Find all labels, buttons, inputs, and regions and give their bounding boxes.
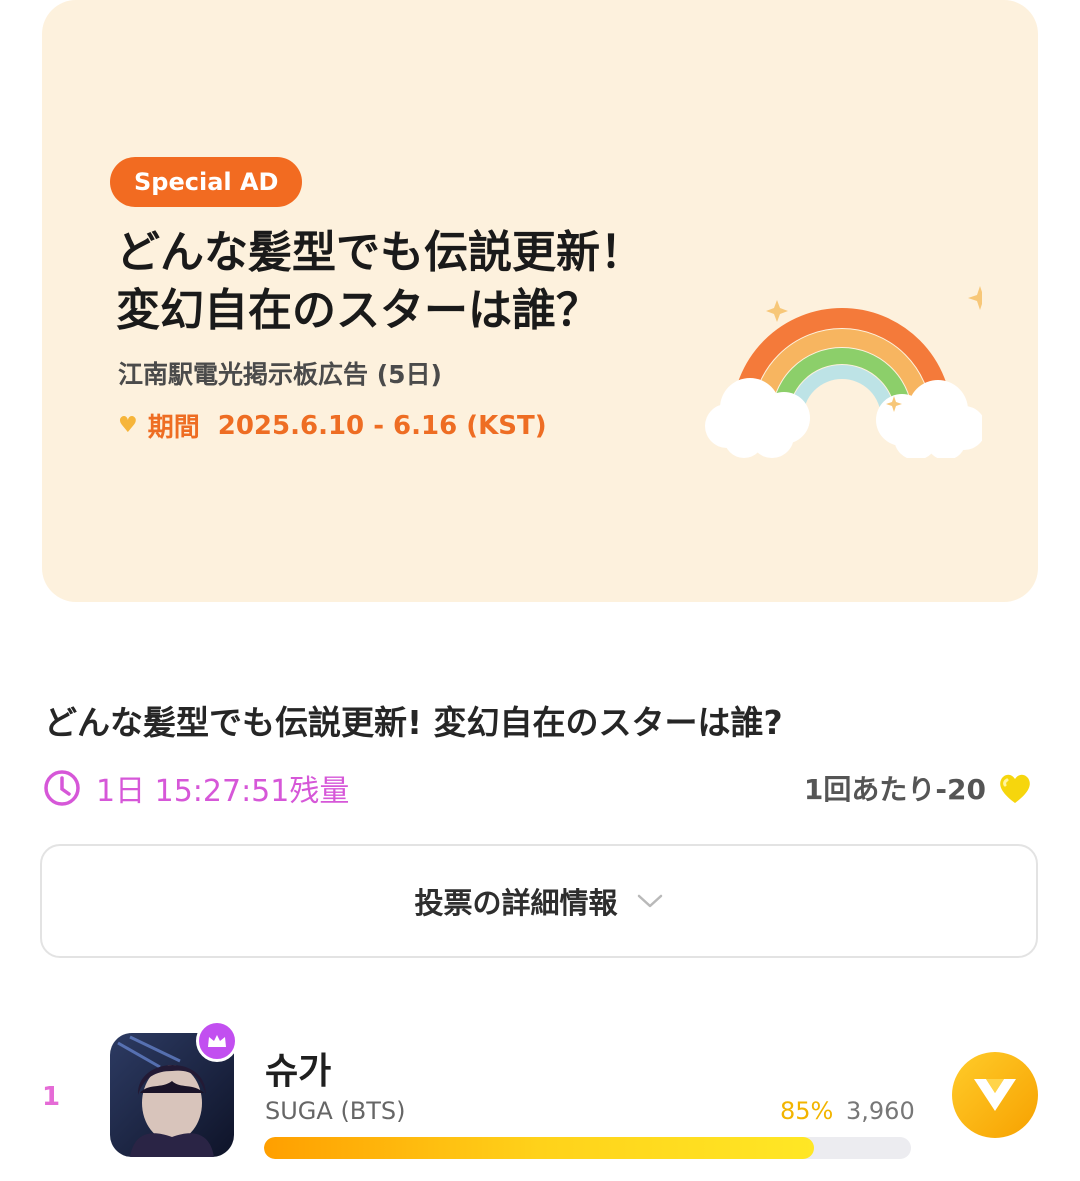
vote-progress-bar — [264, 1137, 911, 1159]
vote-details-button[interactable]: 投票の詳細情報 — [40, 844, 1038, 958]
time-remaining: 1日 15:27:51残量 — [42, 766, 349, 810]
vote-logo-icon — [974, 1079, 1016, 1111]
banner-subtitle: 江南駅電光掲示板広告 (5日) — [118, 360, 442, 389]
banner-title-line1: どんな髪型でも伝説更新！ — [116, 227, 644, 278]
heart-icon: ♥ — [118, 413, 138, 438]
banner-period: ♥ 期間 2025.6.10 - 6.16 (KST) — [118, 407, 547, 444]
vote-count: 3,960 — [846, 1097, 915, 1125]
yellow-heart-icon — [1000, 774, 1030, 803]
period-label: 期間 — [147, 413, 200, 443]
vote-details-label: 投票の詳細情報 — [414, 886, 618, 920]
period-dates: 2025.6.10 - 6.16 (KST) — [217, 410, 547, 441]
poll-title: どんな髪型でも伝説更新! 変幻自在のスターは誰? — [44, 703, 783, 742]
crown-icon — [196, 1020, 238, 1062]
chevron-down-icon — [637, 894, 662, 908]
promo-banner[interactable]: Special AD どんな髪型でも伝説更新！ 変幻自在のスターは誰？ 江南駅電… — [42, 0, 1038, 602]
time-remaining-text: 1日 15:27:51残量 — [96, 774, 350, 809]
candidate-subname: SUGA (BTS) — [265, 1097, 406, 1125]
rainbow-illustration — [705, 286, 982, 458]
vote-cost-text: 1回あたり-20 — [803, 773, 986, 806]
special-ad-badge: Special AD — [110, 157, 303, 207]
rank-number: 1 — [42, 1082, 61, 1112]
vote-percent: 85% — [780, 1097, 834, 1125]
banner-title-line2: 変幻自在のスターは誰？ — [116, 285, 600, 336]
banner-title: どんな髪型でも伝説更新！ 変幻自在のスターは誰？ — [116, 224, 756, 340]
vote-cost: 1回あたり-20 — [804, 768, 1034, 808]
clock-icon — [44, 770, 80, 806]
vote-page: Special AD どんな髪型でも伝説更新！ 変幻自在のスターは誰？ 江南駅電… — [0, 0, 1080, 1181]
vote-button[interactable] — [952, 1052, 1038, 1138]
candidate-name: 슈가 — [265, 1051, 332, 1092]
vote-progress-fill — [264, 1137, 814, 1159]
